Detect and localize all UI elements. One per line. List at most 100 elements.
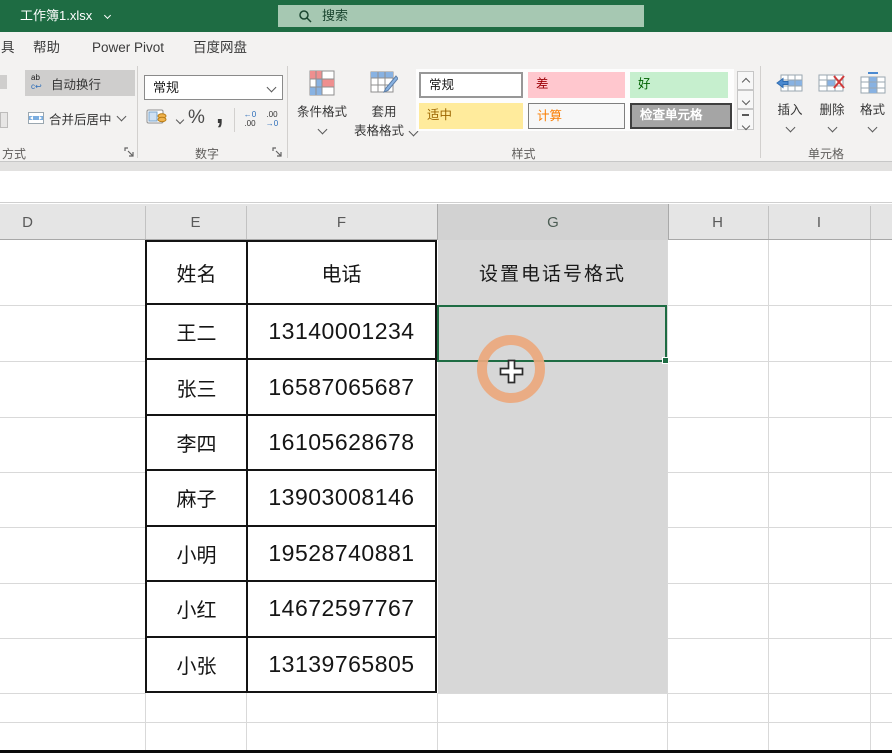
cell-cursor-icon xyxy=(498,358,525,385)
chevron-down-icon xyxy=(267,83,277,93)
name-cell[interactable]: 小明 xyxy=(147,527,248,580)
column-divider xyxy=(870,206,871,239)
styles-group-label: 样式 xyxy=(287,145,760,162)
decrease-decimal-button[interactable]: .00 →0 xyxy=(262,110,282,128)
title-dropdown-icon[interactable] xyxy=(104,12,111,19)
gridline xyxy=(0,638,145,639)
column-header-i[interactable]: I xyxy=(768,204,870,240)
phone-cell[interactable]: 14672597767 xyxy=(248,582,435,635)
gridline xyxy=(667,417,892,418)
format-as-table-button[interactable]: 套用 表格格式 xyxy=(354,68,414,156)
table-header-row: 姓名 电话 xyxy=(147,242,435,303)
search-placeholder: 搜索 xyxy=(322,5,348,27)
increase-decimal-button[interactable]: ←0 .00 xyxy=(240,110,260,128)
increase-decimal-icon: ←0 xyxy=(244,110,256,119)
gridline xyxy=(0,417,145,418)
gridline xyxy=(667,305,892,306)
column-header-d[interactable]: D xyxy=(0,204,55,240)
tab-baidu-netdisk[interactable]: 百度网盘 xyxy=(193,32,247,63)
fill-handle[interactable] xyxy=(662,357,669,364)
align-group-label: 方式 xyxy=(2,145,26,162)
name-cell[interactable]: 小张 xyxy=(147,638,248,691)
merge-center-button[interactable]: 合并后居中 xyxy=(25,106,137,130)
search-box[interactable]: 搜索 xyxy=(278,5,644,27)
cell-style-neutral[interactable]: 适中 xyxy=(419,103,523,129)
gridline xyxy=(145,693,146,751)
name-cell[interactable]: 张三 xyxy=(147,360,248,413)
gallery-more-button[interactable] xyxy=(737,109,754,130)
column-header-e[interactable]: E xyxy=(145,204,246,240)
gridline xyxy=(667,583,892,584)
chevron-down-icon xyxy=(785,123,795,133)
format-as-table-label-1: 套用 xyxy=(354,101,414,120)
tab-power-pivot[interactable]: Power Pivot xyxy=(92,32,164,63)
tab-help[interactable]: 帮助 xyxy=(33,32,60,63)
delete-cells-icon xyxy=(818,72,846,94)
wrap-text-label: 自动换行 xyxy=(51,74,101,93)
gridline xyxy=(667,527,892,528)
window-bottom-border xyxy=(0,750,892,753)
tab-clipped[interactable]: 具 xyxy=(1,32,15,63)
cells-group-label: 单元格 xyxy=(760,145,892,162)
insert-label: 插入 xyxy=(770,99,810,118)
phone-cell[interactable]: 13140001234 xyxy=(248,305,435,358)
column-header-h[interactable]: H xyxy=(667,204,768,240)
phone-cell[interactable]: 13903008146 xyxy=(248,471,435,524)
g-column-title-cell[interactable]: 设置电话号格式 xyxy=(438,240,667,305)
phone-cell[interactable]: 16105628678 xyxy=(248,416,435,469)
cell-style-check-cell[interactable]: 检查单元格 xyxy=(630,103,732,129)
name-cell[interactable]: 王二 xyxy=(147,305,248,358)
formula-bar-area[interactable] xyxy=(0,171,892,203)
delete-cells-button[interactable]: 删除 xyxy=(812,69,852,157)
chevron-down-icon xyxy=(868,123,878,133)
name-cell[interactable]: 李四 xyxy=(147,416,248,469)
wrap-text-icon: abc↩ xyxy=(31,73,47,93)
accounting-format-button[interactable] xyxy=(146,108,176,132)
cell-style-good[interactable]: 好 xyxy=(630,72,728,98)
format-cells-button[interactable]: 格式 xyxy=(853,69,892,157)
gridline xyxy=(667,240,668,751)
column-header-f[interactable]: F xyxy=(246,204,437,240)
cell-style-bad[interactable]: 差 xyxy=(528,72,625,98)
document-title[interactable]: 工作簿1.xlsx xyxy=(20,0,92,32)
merge-center-icon xyxy=(28,112,44,124)
percent-style-button[interactable]: % xyxy=(188,107,205,129)
cell-style-calculation[interactable]: 计算 xyxy=(528,103,625,129)
cell-style-normal[interactable]: 常规 xyxy=(419,72,523,98)
insert-cells-button[interactable]: 插入 xyxy=(770,69,810,157)
phone-cell[interactable]: 13139765805 xyxy=(248,638,435,691)
phone-cell[interactable]: 19528740881 xyxy=(248,527,435,580)
delete-label: 删除 xyxy=(812,99,852,118)
gridline xyxy=(667,472,892,473)
number-format-combobox[interactable]: 常规 xyxy=(144,75,283,100)
contacts-table: 姓名 电话 王二 13140001234 张三 16587065687 李四 1… xyxy=(145,240,437,693)
gallery-more-chevron-icon xyxy=(741,121,749,129)
gallery-scroll-down-button[interactable] xyxy=(737,90,754,109)
column-header-g-selected[interactable]: G xyxy=(437,204,669,242)
table-row: 李四 16105628678 xyxy=(147,414,435,469)
phone-cell[interactable]: 16587065687 xyxy=(248,360,435,413)
clipped-button-fragment xyxy=(0,75,7,89)
dialog-launcher-icon[interactable] xyxy=(272,147,283,158)
dialog-launcher-icon[interactable] xyxy=(124,147,135,158)
number-group-label: 数字 xyxy=(137,145,277,162)
insert-cells-icon xyxy=(776,72,804,94)
conditional-format-button[interactable]: 条件格式 xyxy=(292,68,352,156)
gridline xyxy=(0,722,892,723)
comma-style-button[interactable]: , xyxy=(216,99,224,130)
name-cell[interactable]: 小红 xyxy=(147,582,248,635)
gallery-scroll-up-button[interactable] xyxy=(737,71,754,90)
gridline xyxy=(667,638,892,639)
name-header-cell[interactable]: 姓名 xyxy=(147,242,248,303)
chevron-down-icon xyxy=(827,123,837,133)
name-cell[interactable]: 麻子 xyxy=(147,471,248,524)
chevron-down-icon[interactable] xyxy=(176,116,184,124)
active-cell[interactable] xyxy=(437,305,667,362)
number-format-value: 常规 xyxy=(153,76,179,99)
conditional-format-icon xyxy=(309,70,335,96)
wrap-text-button[interactable]: abc↩ 自动换行 xyxy=(25,70,135,96)
phone-header-cell[interactable]: 电话 xyxy=(248,242,435,303)
gallery-down-icon xyxy=(741,97,749,105)
decrease-decimal-icon: →0 xyxy=(266,119,278,128)
accounting-format-icon xyxy=(146,108,168,126)
